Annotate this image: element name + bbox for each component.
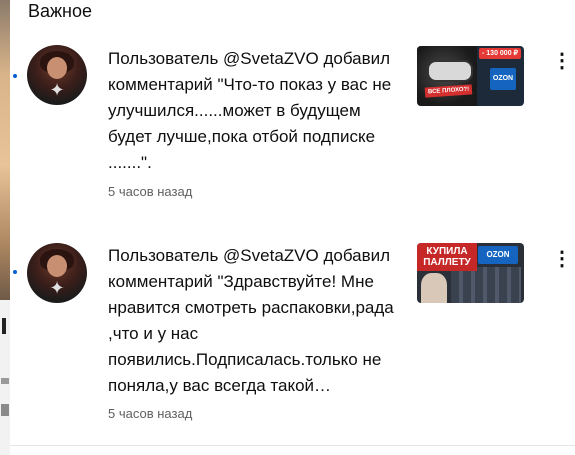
unread-dot bbox=[13, 74, 17, 78]
background-page-edge bbox=[0, 0, 10, 455]
thumbnail-banner: КУПИЛА ПАЛЛЕТУ bbox=[417, 243, 477, 271]
notifications-panel: Важное ✦ Пользователь @SvetaZVO добавил … bbox=[10, 0, 575, 455]
video-thumbnail[interactable]: - 130 000 ₽ OZON ВСЕ ПЛОХО?! bbox=[417, 46, 524, 106]
notification-text: Пользователь @SvetaZVO добавил комментар… bbox=[108, 246, 394, 395]
thumbnail-brand-box: OZON bbox=[490, 68, 516, 90]
thumbnail-brand-box: OZON bbox=[478, 246, 518, 264]
avatar-emblem-icon: ✦ bbox=[49, 278, 65, 298]
background-text-fragment bbox=[1, 404, 9, 416]
more-options-icon[interactable]: ⋮ bbox=[552, 50, 572, 74]
more-options-icon[interactable]: ⋮ bbox=[552, 248, 572, 272]
avatar[interactable]: ✦ bbox=[27, 243, 87, 303]
thumbnail-goggles-graphic bbox=[427, 60, 473, 82]
avatar-face bbox=[47, 57, 67, 79]
thumbnail-person-graphic bbox=[421, 273, 447, 303]
video-thumbnail[interactable]: КУПИЛА ПАЛЛЕТУ OZON bbox=[417, 243, 524, 303]
notification-text: Пользователь @SvetaZVO добавил комментар… bbox=[108, 49, 392, 172]
avatar[interactable]: ✦ bbox=[27, 45, 87, 105]
notification-time: 5 часов назад bbox=[108, 184, 193, 199]
section-title: Важное bbox=[28, 1, 93, 21]
unread-dot bbox=[13, 270, 17, 274]
thumbnail-pallet-graphic bbox=[451, 267, 521, 303]
background-text-fragment bbox=[2, 318, 6, 334]
background-video-thumbnail bbox=[0, 0, 10, 300]
avatar-face bbox=[47, 255, 67, 277]
background-text-fragment bbox=[1, 378, 9, 384]
divider bbox=[10, 445, 575, 446]
avatar-emblem-icon: ✦ bbox=[49, 80, 65, 100]
thumbnail-price-badge: - 130 000 ₽ bbox=[479, 48, 521, 59]
notification-time: 5 часов назад bbox=[108, 406, 193, 421]
